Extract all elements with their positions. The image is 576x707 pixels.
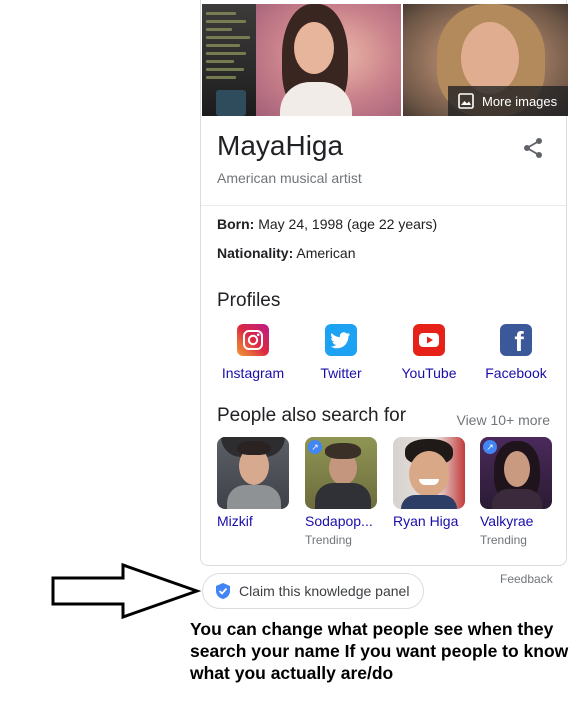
person-name: Valkyrae — [480, 513, 534, 529]
person-photo: ↗ — [480, 437, 552, 509]
person-card-mizkif[interactable]: Mizkif — [217, 437, 289, 533]
annotation-arrow-icon — [51, 562, 201, 620]
fact-value: American — [293, 245, 356, 261]
fact-born: Born: May 24, 1998 (age 22 years) — [217, 216, 437, 232]
fact-label: Nationality: — [217, 245, 294, 261]
person-name: Mizkif — [217, 513, 253, 529]
fact-value: May 24, 1998 (age 22 years) — [254, 216, 438, 232]
entity-subtitle: American musical artist — [217, 170, 362, 186]
profile-instagram[interactable]: Instagram — [217, 324, 289, 381]
annotation-text: You can change what people see when they… — [190, 619, 569, 683]
claim-knowledge-panel-button[interactable]: Claim this knowledge panel — [202, 573, 424, 609]
image-icon — [458, 93, 474, 109]
profile-label: Twitter — [320, 365, 362, 381]
people-also-search-heading: People also search for — [217, 405, 407, 426]
person-card-ryan-higa[interactable]: Ryan Higa — [393, 437, 465, 533]
person-note: Trending — [480, 533, 527, 547]
trending-icon: ↗ — [308, 440, 322, 454]
trending-icon: ↗ — [483, 440, 497, 454]
person-name: Ryan Higa — [393, 513, 459, 529]
person-photo — [393, 437, 465, 509]
share-icon[interactable] — [522, 137, 544, 159]
profile-youtube[interactable]: YouTube — [393, 324, 465, 381]
verified-shield-icon — [216, 583, 230, 599]
image-strip[interactable]: More images — [202, 4, 568, 116]
claim-label: Claim this knowledge panel — [239, 583, 410, 599]
profile-label: Facebook — [485, 365, 547, 381]
person-card-valkyrae[interactable]: ↗ Valkyrae Trending — [480, 437, 552, 547]
feedback-link[interactable]: Feedback — [500, 572, 553, 586]
profile-twitter[interactable]: Twitter — [305, 324, 377, 381]
profile-label: Instagram — [221, 365, 285, 381]
image-thumbnail-selfie[interactable]: More images — [403, 4, 568, 116]
image-thumbnail-stream[interactable] — [202, 4, 256, 116]
view-more-link[interactable]: View 10+ more — [456, 412, 550, 428]
profile-label: YouTube — [401, 365, 457, 381]
person-name: Sodapop... — [305, 513, 373, 529]
profiles-heading: Profiles — [217, 290, 281, 311]
entity-title: MayaHiga — [217, 130, 344, 161]
profile-facebook[interactable]: f Facebook — [480, 324, 552, 381]
knowledge-panel: More images MayaHiga American musical ar… — [200, 0, 568, 566]
person-photo — [217, 437, 289, 509]
instagram-icon — [237, 324, 269, 356]
twitter-icon — [325, 324, 357, 356]
more-images-button[interactable]: More images — [448, 86, 568, 116]
image-thumbnail-portrait[interactable] — [256, 4, 401, 116]
divider — [201, 205, 566, 206]
person-photo: ↗ — [305, 437, 377, 509]
fact-nationality: Nationality: American — [217, 245, 355, 261]
more-images-label: More images — [482, 93, 558, 109]
youtube-icon — [413, 324, 445, 356]
fact-label: Born: — [217, 216, 255, 232]
person-note: Trending — [305, 533, 352, 547]
person-card-sodapoppin[interactable]: ↗ Sodapop... Trending — [305, 437, 377, 547]
facebook-icon: f — [500, 324, 532, 356]
